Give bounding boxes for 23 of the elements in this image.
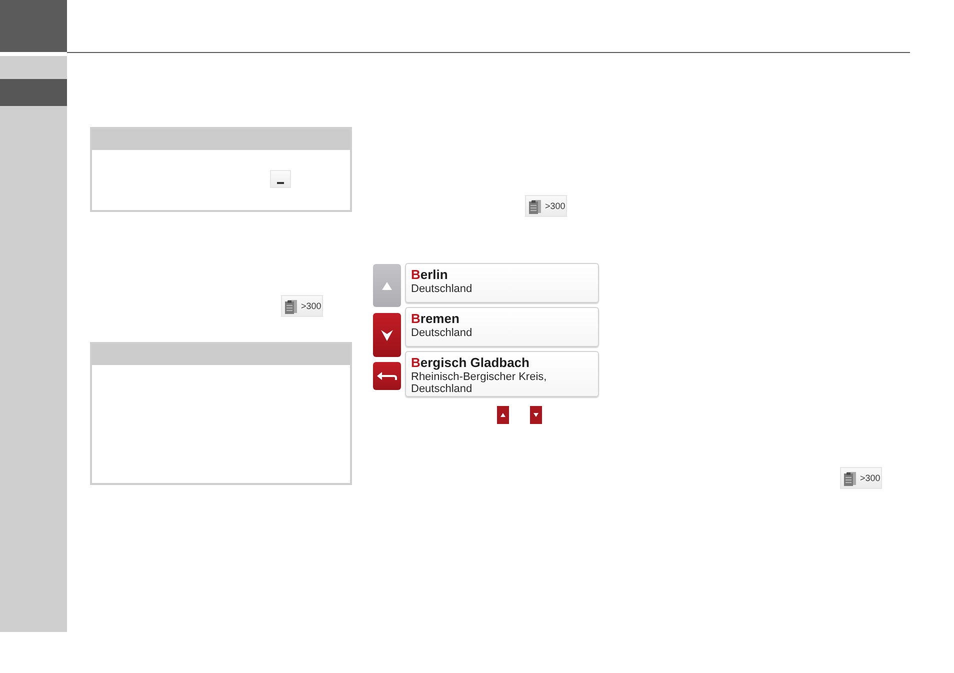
result-item[interactable]: Bergisch Gladbach Rheinisch-Bergischer Kreis, Deutschland [405, 351, 599, 397]
result-item[interactable]: Bremen Deutschland [405, 307, 599, 347]
region-name: Deutschland [411, 283, 474, 295]
back-button[interactable] [373, 362, 401, 390]
count-button[interactable]: >300 [281, 295, 323, 317]
small-button[interactable] [270, 170, 291, 188]
clipboard-icon [285, 298, 297, 314]
region-name: Rheinisch-Bergischer Kreis, Deutschland [411, 371, 548, 395]
scroll-down-button[interactable] [373, 313, 401, 357]
result-item[interactable]: Berlin Deutschland [405, 263, 599, 303]
city-name: Berlin [411, 267, 449, 283]
dash-icon [277, 182, 284, 184]
count-button[interactable]: >300 [840, 467, 882, 489]
city-name: Bremen [411, 311, 460, 327]
up-arrow-icon [381, 280, 393, 290]
header-block [0, 0, 67, 52]
count-button[interactable]: >300 [525, 195, 567, 217]
city-name: Bergisch Gladbach [411, 355, 530, 371]
clipboard-icon [529, 198, 541, 214]
region-name: Deutschland [411, 327, 474, 339]
down-arrow-icon [381, 330, 393, 340]
clipboard-icon [844, 470, 856, 486]
return-arrow-icon [377, 372, 397, 380]
